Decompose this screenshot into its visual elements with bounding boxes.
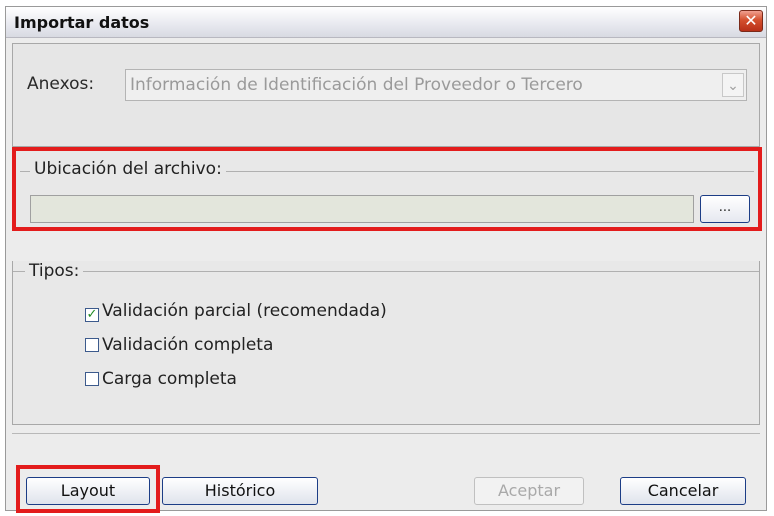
title-bar: Importar datos ✕ [6,7,766,38]
option-complete-validation[interactable]: Validación completa [85,335,273,355]
checkbox-icon[interactable] [85,338,99,352]
types-legend: Tipos: [25,261,84,281]
annexes-select[interactable]: Información de Identificación del Provee… [125,69,747,101]
close-icon: ✕ [744,11,758,30]
option-label: Validación parcial (recomendada) [102,301,387,321]
browse-button[interactable]: ... [700,195,750,223]
checkbox-checked-icon[interactable]: ✓ [85,308,99,322]
types-group: Tipos: ✓ Validación parcial (recomendada)… [12,261,760,425]
option-label: Carga completa [102,369,237,389]
types-group-border [13,271,759,272]
button-separator [12,433,760,434]
close-button[interactable]: ✕ [739,10,763,32]
file-location-legend: Ubicación del archivo: [30,159,226,179]
option-label: Validación completa [102,335,274,355]
option-full-load[interactable]: Carga completa [85,369,237,389]
accept-button[interactable]: Aceptar [474,477,584,505]
cancel-button[interactable]: Cancelar [620,477,746,505]
option-partial-validation[interactable]: ✓ Validación parcial (recomendada) [85,301,387,322]
annexes-panel: Anexos: Información de Identificación de… [12,43,760,147]
file-location-group: Ubicación del archivo: ... [12,147,762,231]
checkbox-icon[interactable] [85,372,99,386]
chevron-down-icon[interactable]: ⌄ [722,73,744,97]
import-dialog: Importar datos ✕ Anexos: Información de … [5,6,767,513]
history-button[interactable]: Histórico [162,477,318,505]
layout-highlight-box [16,465,160,513]
file-path-input[interactable] [30,195,694,223]
dialog-title: Importar datos [14,13,150,32]
annexes-label: Anexos: [27,74,95,94]
annexes-selected-value: Información de Identificación del Provee… [130,75,583,95]
